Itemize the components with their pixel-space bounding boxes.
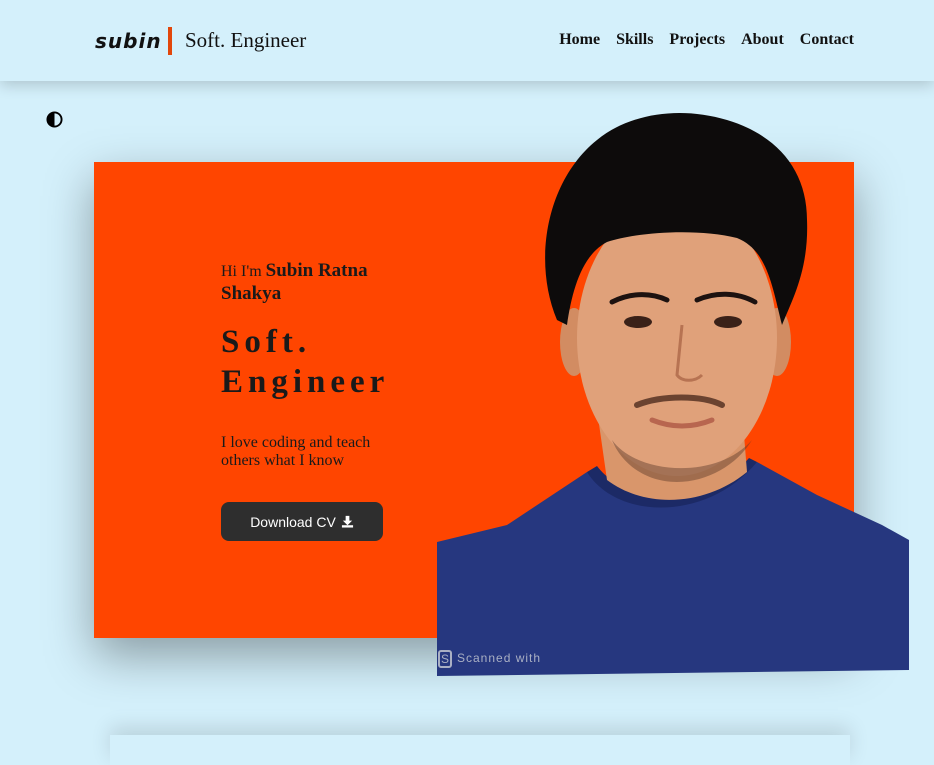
watermark-text: Scanned with xyxy=(457,651,542,665)
profile-photo xyxy=(437,112,909,676)
download-cv-button[interactable]: Download CV xyxy=(221,502,383,541)
scanner-watermark: S Scanned with xyxy=(438,650,558,676)
download-icon xyxy=(341,515,353,528)
header-role-text: Soft. Engineer xyxy=(185,28,307,52)
nav-about[interactable]: About xyxy=(741,31,784,49)
nav-home[interactable]: Home xyxy=(559,31,600,49)
hero-title: Soft. Engineer xyxy=(221,324,390,400)
main-nav: Home Skills Projects About Contact xyxy=(559,31,854,49)
nav-skills[interactable]: Skills xyxy=(616,31,653,49)
contrast-icon[interactable] xyxy=(46,111,63,128)
nav-contact[interactable]: Contact xyxy=(800,31,854,49)
next-section-edge xyxy=(110,735,850,765)
nav-projects[interactable]: Projects xyxy=(669,31,725,49)
scanner-logo-icon: S xyxy=(438,650,452,668)
hero-tagline: I love coding and teach others what I kn… xyxy=(221,434,371,469)
greeting-prefix: Hi I'm xyxy=(221,263,262,280)
hero-greeting: Hi I'm Subin Ratna Shakya xyxy=(221,260,421,306)
cv-button-label: Download CV xyxy=(250,513,336,530)
site-header: subin Soft. Engineer Home Skills Project… xyxy=(0,0,934,81)
site-logo[interactable]: subin xyxy=(95,27,172,55)
